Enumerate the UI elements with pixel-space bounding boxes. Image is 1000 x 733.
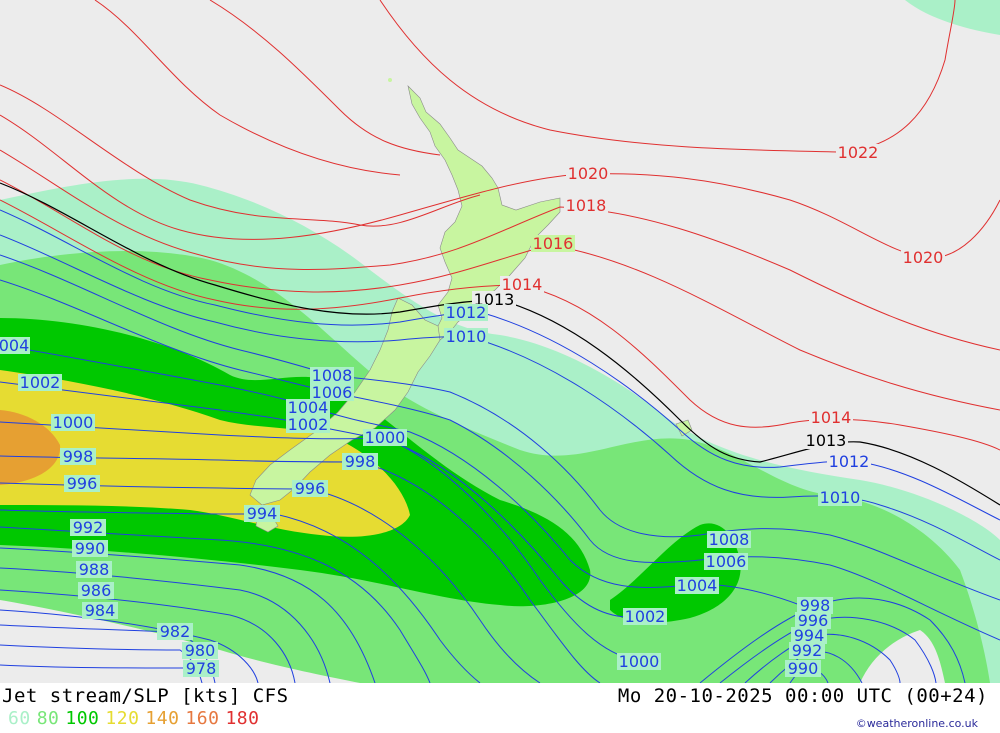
- svg-text:978: 978: [186, 659, 217, 678]
- svg-text:990: 990: [788, 659, 819, 678]
- great-barrier-island: [388, 78, 392, 82]
- isobar-label: 1014: [809, 408, 853, 427]
- svg-text:1006: 1006: [706, 552, 747, 571]
- svg-text:990: 990: [75, 539, 106, 558]
- isobar-label: 1010: [818, 488, 862, 507]
- svg-text:988: 988: [79, 560, 110, 579]
- isobar-label: 1010: [444, 327, 488, 346]
- isobar-label: 996: [64, 474, 100, 493]
- isobar-label: 1022: [836, 143, 880, 162]
- credit-link[interactable]: ©weatheronline.co.uk: [856, 717, 978, 730]
- scale-label: 180: [225, 708, 260, 729]
- svg-text:982: 982: [160, 622, 191, 641]
- isobar-label: 1008: [707, 530, 751, 549]
- speed-scale: 60 80 100 120 140 160 180: [8, 708, 265, 729]
- scale-label: 160: [185, 708, 220, 729]
- svg-text:1000: 1000: [619, 652, 660, 671]
- isobar-label: 982: [157, 622, 193, 641]
- isobar-label: 986: [78, 581, 114, 600]
- isobar-label: 992: [789, 641, 825, 660]
- isobar-label: 998: [60, 447, 96, 466]
- isobar-label: 1000: [617, 652, 661, 671]
- svg-text:998: 998: [63, 447, 94, 466]
- svg-text:1020: 1020: [903, 248, 944, 267]
- svg-text:992: 992: [73, 518, 104, 537]
- scale-label: 80: [36, 708, 60, 729]
- isobar-label: 1004: [675, 576, 719, 595]
- svg-text:986: 986: [81, 581, 112, 600]
- weather-map: 1022 1020 1020 1018 1016 1014 1014 1013 …: [0, 0, 1000, 683]
- isobar-label: 1000: [51, 413, 95, 432]
- svg-text:998: 998: [345, 452, 376, 471]
- svg-text:1013: 1013: [806, 431, 847, 450]
- map-title: Jet stream/SLP [kts] CFS: [2, 685, 289, 707]
- scale-label: 60: [8, 708, 31, 729]
- svg-text:1010: 1010: [446, 327, 487, 346]
- isobar-label: 1016: [531, 234, 575, 253]
- svg-text:980: 980: [185, 641, 216, 660]
- svg-text:1002: 1002: [288, 415, 329, 434]
- isobar-label: 988: [76, 560, 112, 579]
- svg-text:1014: 1014: [811, 408, 852, 427]
- scale-label: 120: [105, 708, 140, 729]
- isobar-label: 990: [785, 659, 821, 678]
- svg-text:1000: 1000: [365, 428, 406, 447]
- scale-label: 140: [145, 708, 180, 729]
- isobar-label: 1002: [623, 607, 667, 626]
- svg-text:1010: 1010: [820, 488, 861, 507]
- svg-text:1012: 1012: [446, 303, 487, 322]
- svg-text:1020: 1020: [568, 164, 609, 183]
- isobar-label: 1018: [564, 196, 608, 215]
- svg-text:1012: 1012: [829, 452, 870, 471]
- isobar-label: 994: [244, 504, 280, 523]
- scale-label: 100: [65, 708, 100, 729]
- isobar-label: 998: [342, 452, 378, 471]
- svg-text:994: 994: [247, 504, 278, 523]
- isobar-label: 1013: [804, 431, 848, 450]
- isobar-label: 1020: [901, 248, 945, 267]
- svg-text:996: 996: [67, 474, 98, 493]
- isobar-label: 992: [70, 518, 106, 537]
- map-footer: Jet stream/SLP [kts] CFS Mo 20-10-2025 0…: [0, 683, 1000, 733]
- isobar-label: 984: [82, 601, 118, 620]
- svg-text:004: 004: [0, 336, 29, 355]
- isobar-label: 978: [183, 659, 219, 678]
- svg-text:992: 992: [792, 641, 823, 660]
- isobar-label: 1012: [827, 452, 871, 471]
- svg-text:1000: 1000: [53, 413, 94, 432]
- svg-text:1008: 1008: [709, 530, 750, 549]
- isobar-label: 1006: [704, 552, 748, 571]
- svg-text:1004: 1004: [677, 576, 718, 595]
- isobar-label: 1020: [566, 164, 610, 183]
- svg-text:1018: 1018: [566, 196, 607, 215]
- svg-text:1016: 1016: [533, 234, 574, 253]
- isobar-label: 004: [0, 336, 30, 355]
- svg-text:996: 996: [295, 479, 326, 498]
- svg-text:1002: 1002: [20, 373, 61, 392]
- valid-datetime: Mo 20-10-2025 00:00 UTC (00+24): [617, 685, 988, 707]
- isobar-label: 980: [182, 641, 218, 660]
- svg-text:1022: 1022: [838, 143, 879, 162]
- svg-text:1002: 1002: [625, 607, 666, 626]
- isobar-label: 1012: [444, 303, 488, 322]
- isobar-label: 1002: [286, 415, 330, 434]
- isobar-label: 1000: [363, 428, 407, 447]
- isobar-label: 990: [72, 539, 108, 558]
- isobar-label: 1002: [18, 373, 62, 392]
- svg-text:984: 984: [85, 601, 116, 620]
- isobar-label: 996: [292, 479, 328, 498]
